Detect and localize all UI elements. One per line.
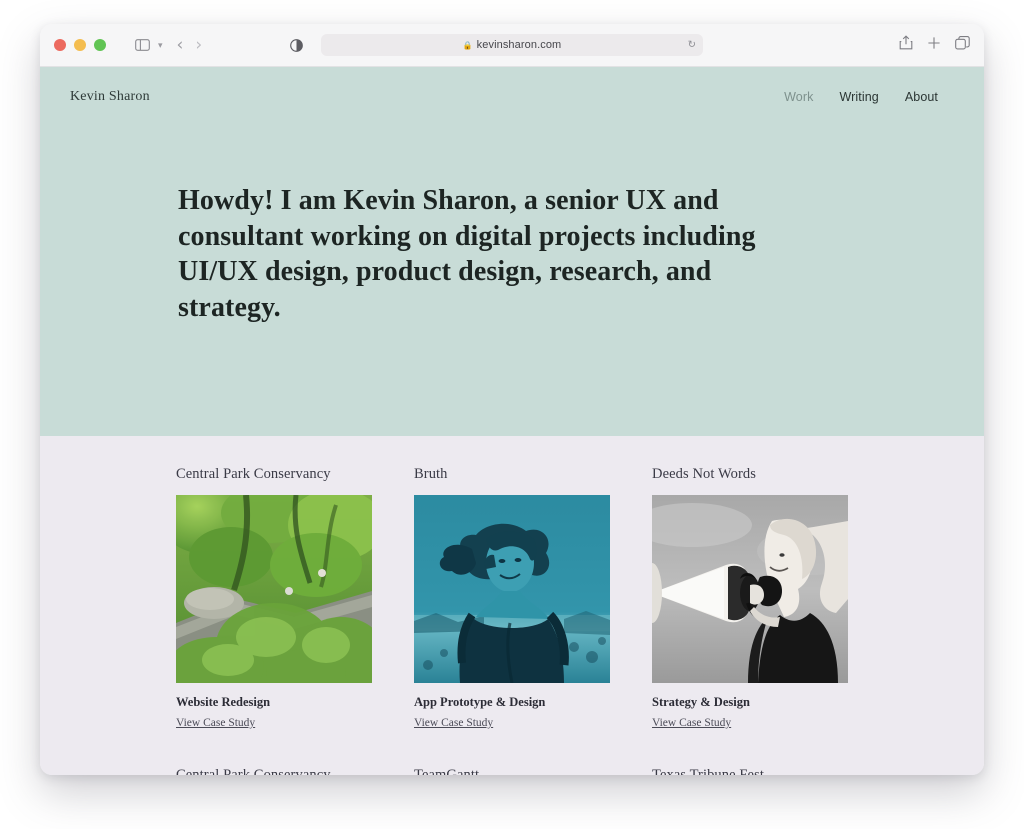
site-logo[interactable]: Kevin Sharon [70, 89, 150, 105]
chevron-down-icon[interactable]: ▾ [158, 40, 163, 51]
project-card[interactable]: Bruth App Prototype & Design View Case S… [414, 466, 610, 731]
nav-item-about[interactable]: About [905, 90, 938, 104]
view-case-study-link[interactable]: View Case Study [176, 717, 255, 729]
view-case-study-link[interactable]: View Case Study [414, 717, 493, 729]
tab-overview-icon[interactable] [955, 35, 970, 55]
project-thumbnail-green-park[interactable] [176, 495, 372, 683]
nav-item-work[interactable]: Work [784, 90, 813, 104]
lock-icon: 🔒 [462, 40, 473, 50]
window-controls [54, 39, 106, 51]
web-page: Kevin Sharon Work Writing About Howdy! I… [40, 67, 984, 775]
green-park-stone-wall-photo [176, 495, 372, 683]
project-title: Central Park Conservancy [176, 767, 331, 775]
minimize-button[interactable] [74, 39, 86, 51]
project-subtitle: App Prototype & Design [414, 695, 546, 709]
hero-headline: Howdy! I am Kevin Sharon, a senior UX an… [178, 185, 756, 323]
plus-icon[interactable] [927, 36, 941, 55]
project-card[interactable]: Deeds Not Words Strategy & Design View C… [652, 466, 848, 731]
url-text: kevinsharon.com [476, 39, 562, 51]
project-title: Texas Tribune Fest [652, 767, 764, 775]
sidebar-controls: ▾ [130, 33, 163, 57]
teal-duotone-woman-portrait-photo [414, 495, 610, 683]
back-arrow-icon[interactable]: ‹ [177, 36, 184, 54]
hero-section: Kevin Sharon Work Writing About Howdy! I… [40, 67, 984, 436]
bw-woman-megaphone-photo [652, 495, 848, 683]
browser-toolbar: ▾ ‹ › 🔒 kevinsharon.com ↻ [40, 24, 984, 67]
project-title: Deeds Not Words [652, 466, 756, 482]
share-icon[interactable] [899, 35, 913, 55]
address-bar[interactable]: 🔒 kevinsharon.com ↻ [321, 34, 703, 56]
project-card[interactable]: TeamGantt [414, 767, 610, 775]
navigation-arrows: ‹ › [177, 36, 203, 54]
close-button[interactable] [54, 39, 66, 51]
project-grid-row-2: Central Park Conservancy TeamGantt Texas… [40, 767, 984, 775]
nav-item-writing[interactable]: Writing [839, 90, 878, 104]
project-thumbnail-deeds-not-words[interactable] [652, 495, 848, 683]
zoom-button[interactable] [94, 39, 106, 51]
browser-window: ▾ ‹ › 🔒 kevinsharon.com ↻ Kevin Sharon W… [40, 24, 984, 775]
grid-row-spacer [40, 731, 984, 767]
sidebar-toggle-icon[interactable] [130, 33, 154, 57]
view-case-study-link[interactable]: View Case Study [652, 717, 731, 729]
project-title: Bruth [414, 466, 448, 482]
forward-arrow-icon[interactable]: › [195, 36, 202, 54]
reader-mode-icon[interactable] [290, 38, 304, 52]
site-header: Kevin Sharon Work Writing About [40, 67, 984, 105]
project-card[interactable]: Texas Tribune Fest [652, 767, 848, 775]
reload-icon[interactable]: ↻ [688, 40, 696, 51]
work-section: Central Park Conservancy Website Redesig… [40, 436, 984, 775]
toolbar-actions [899, 35, 970, 55]
project-card[interactable]: Central Park Conservancy [176, 767, 372, 775]
project-subtitle: Strategy & Design [652, 695, 750, 709]
project-title: Central Park Conservancy [176, 466, 331, 482]
project-grid-row-1: Central Park Conservancy Website Redesig… [40, 466, 984, 731]
main-nav: Work Writing About [784, 90, 938, 104]
project-card[interactable]: Central Park Conservancy [176, 466, 372, 731]
project-subtitle: Website Redesign [176, 695, 271, 709]
project-thumbnail-bruth[interactable] [414, 495, 610, 683]
project-title: TeamGantt [414, 767, 480, 775]
